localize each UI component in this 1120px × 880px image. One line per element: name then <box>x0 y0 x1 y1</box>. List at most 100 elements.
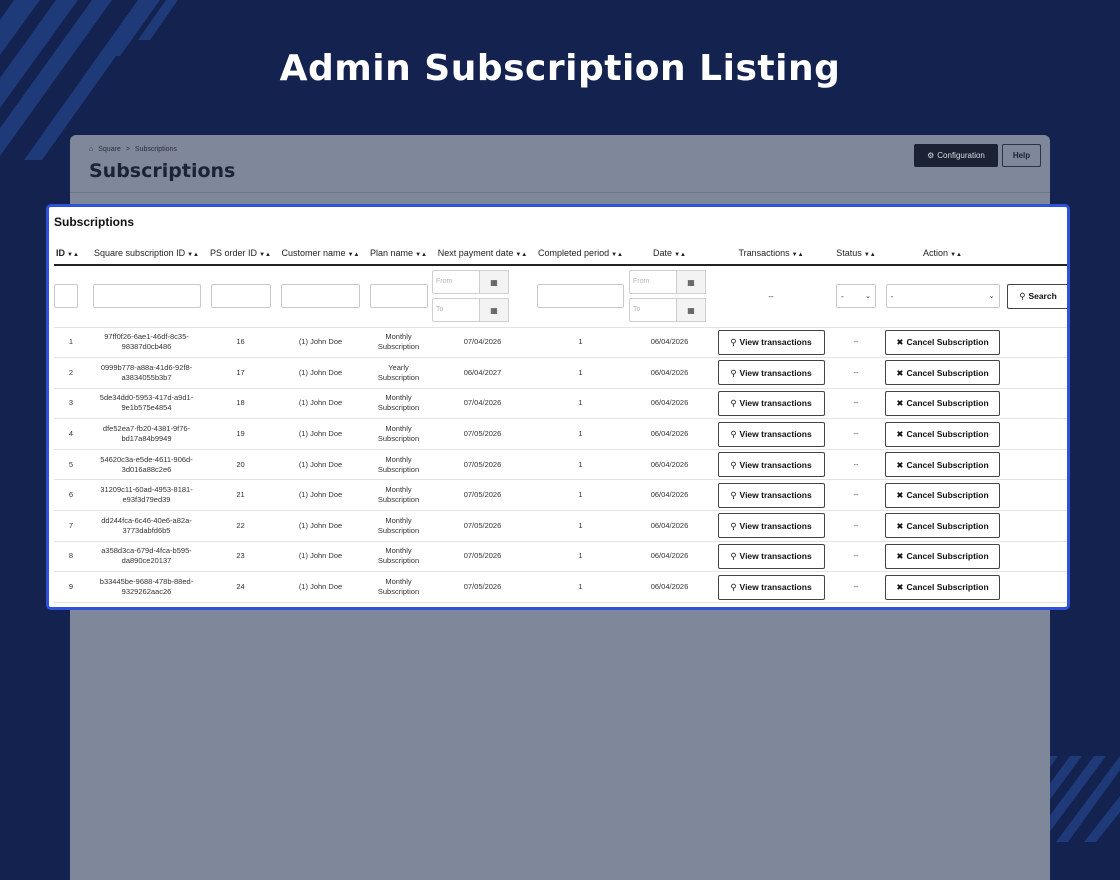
sort-arrows-icon[interactable]: ▼▲ <box>864 252 876 258</box>
cell-completed-period: 1 <box>533 541 628 573</box>
cancel-subscription-button[interactable]: ✖ Cancel Subscription <box>885 513 1000 539</box>
square-id-part1: 54620c3a-e5de-4611-906d- <box>100 454 193 464</box>
view-transactions-label: View transactions <box>739 367 812 378</box>
filter-plan-input[interactable] <box>369 284 428 309</box>
view-transactions-button[interactable]: ⚲ View transactions <box>717 513 825 539</box>
filter-customer-input[interactable] <box>281 284 360 309</box>
cancel-subscription-button[interactable]: ✖ Cancel Subscription <box>885 482 1000 508</box>
next-payment-from-input[interactable]: From <box>432 270 479 295</box>
column-header[interactable]: PS order ID ▼▲ <box>205 241 276 266</box>
view-transactions-button[interactable]: ⚲ View transactions <box>717 329 825 355</box>
cancel-subscription-button[interactable]: ✖ Cancel Subscription <box>885 452 1000 478</box>
column-header[interactable]: Transactions ▼▲ <box>711 241 831 266</box>
cancel-subscription-button[interactable]: ✖ Cancel Subscription <box>885 543 1000 569</box>
sort-arrows-icon[interactable]: ▼▲ <box>259 252 271 258</box>
cell-action: ✖ Cancel Subscription <box>881 418 1004 450</box>
zoom-icon: ⚲ <box>730 367 737 378</box>
decorative-stripes-bottom-right <box>1048 756 1120 842</box>
sort-arrows-icon[interactable]: ▼▲ <box>187 252 199 258</box>
filter-id-input[interactable] <box>54 284 78 309</box>
calendar-icon[interactable]: ▦ <box>479 298 509 323</box>
close-icon: ✖ <box>896 337 904 348</box>
view-transactions-button[interactable]: ⚲ View transactions <box>717 482 825 508</box>
sort-arrows-icon[interactable]: ▼▲ <box>674 252 686 258</box>
table-row: 6 31209c11-60ad-4953-8181- e93f3d79ed39 21(… <box>54 479 1067 512</box>
cell-completed-period: 1 <box>533 510 628 542</box>
cell-status: -- <box>831 510 881 542</box>
cancel-subscription-button[interactable]: ✖ Cancel Subscription <box>885 329 1000 355</box>
column-header[interactable]: Square subscription ID ▼▲ <box>88 241 205 266</box>
column-header[interactable]: Next payment date ▼▲ <box>432 241 533 266</box>
cell-id: 5 <box>54 449 88 481</box>
date-to-input[interactable]: To <box>629 298 676 323</box>
column-header-label: PS order ID <box>210 247 258 258</box>
cell-square-id: dd244fca-6c46-40e6-a82a- 3773dabfd6b5 <box>88 510 205 542</box>
cell-next-payment: 07/04/2026 <box>432 327 533 359</box>
help-button[interactable]: Help <box>1002 144 1041 167</box>
cell-plan: Monthly Subscription <box>365 510 432 542</box>
filter-completed-period-input[interactable] <box>537 284 624 309</box>
zoom-icon: ⚲ <box>730 337 737 348</box>
view-transactions-button[interactable]: ⚲ View transactions <box>717 390 825 416</box>
calendar-icon[interactable]: ▦ <box>479 270 509 295</box>
view-transactions-button[interactable]: ⚲ View transactions <box>717 421 825 447</box>
cell-status: -- <box>831 541 881 573</box>
next-payment-to-input[interactable]: To <box>432 298 479 323</box>
view-transactions-button[interactable]: ⚲ View transactions <box>717 574 825 600</box>
breadcrumb-root[interactable]: Square <box>98 146 121 153</box>
plan-line2: Subscription <box>377 464 420 474</box>
column-header[interactable]: Status ▼▲ <box>831 241 881 266</box>
column-header[interactable]: Customer name ▼▲ <box>276 241 365 266</box>
column-header[interactable]: ID ▼▲ <box>54 241 88 266</box>
column-header[interactable]: Date ▼▲ <box>628 241 711 266</box>
cell-customer: (1) John Doe <box>276 449 365 481</box>
filter-action-select[interactable]: - ⌄ <box>885 284 1000 309</box>
cell-status: -- <box>831 449 881 481</box>
configuration-button[interactable]: ⚙ Configuration <box>914 144 998 167</box>
sort-arrows-icon[interactable]: ▼▲ <box>515 252 527 258</box>
calendar-icon[interactable]: ▦ <box>676 270 706 295</box>
view-transactions-button[interactable]: ⚲ View transactions <box>717 360 825 386</box>
cell-date: 06/04/2026 <box>628 449 711 481</box>
cancel-subscription-button[interactable]: ✖ Cancel Subscription <box>885 421 1000 447</box>
sort-arrows-icon[interactable]: ▼▲ <box>415 252 427 258</box>
view-transactions-button[interactable]: ⚲ View transactions <box>717 452 825 478</box>
cancel-subscription-label: Cancel Subscription <box>906 337 989 348</box>
column-header[interactable]: Action ▼▲ <box>881 241 1004 266</box>
date-from-input[interactable]: From <box>629 270 676 295</box>
filter-order-id-input[interactable] <box>210 284 271 309</box>
cell-plan: Yearly Subscription <box>365 357 432 389</box>
square-id-part1: b33445be-9688-478b-88ed- <box>99 577 194 587</box>
view-transactions-button[interactable]: ⚲ View transactions <box>717 543 825 569</box>
cell-status: -- <box>831 327 881 359</box>
calendar-icon[interactable]: ▦ <box>676 298 706 323</box>
column-header[interactable]: Completed period ▼▲ <box>533 241 628 266</box>
cell-transactions: ⚲ View transactions <box>711 479 831 512</box>
sort-arrows-icon[interactable]: ▼▲ <box>67 252 79 258</box>
cancel-subscription-button[interactable]: ✖ Cancel Subscription <box>885 574 1000 600</box>
cell-empty <box>1004 571 1067 603</box>
cell-status: -- <box>831 388 881 420</box>
search-button[interactable]: ⚲ Search <box>1007 283 1067 309</box>
cell-status: -- <box>831 571 881 603</box>
cell-status: -- <box>831 357 881 389</box>
subscriptions-table: ID ▼▲ Square subscription ID ▼▲ PS order ID ▼… <box>54 241 1067 603</box>
cancel-subscription-label: Cancel Subscription <box>906 582 989 593</box>
sort-arrows-icon[interactable]: ▼▲ <box>348 252 360 258</box>
table-row: 5 54620c3a-e5de-4611-906d- 3d016a88c2e6 20(… <box>54 449 1067 481</box>
filter-square-id-input[interactable] <box>92 284 201 309</box>
sort-arrows-icon[interactable]: ▼▲ <box>611 252 623 258</box>
sort-arrows-icon[interactable]: ▼▲ <box>792 252 804 258</box>
cell-plan: Monthly Subscription <box>365 541 432 573</box>
column-header[interactable]: Plan name ▼▲ <box>365 241 432 266</box>
view-transactions-label: View transactions <box>739 582 812 593</box>
cancel-subscription-button[interactable]: ✖ Cancel Subscription <box>885 360 1000 386</box>
filter-status-select[interactable]: - ⌄ <box>836 284 876 309</box>
plan-line1: Monthly <box>385 454 412 464</box>
table-row: 8 a358d3ca-679d-4fca-b595- da890ce20137 23(… <box>54 541 1067 573</box>
sort-arrows-icon[interactable]: ▼▲ <box>950 252 962 258</box>
cell-date: 06/04/2026 <box>628 418 711 450</box>
cancel-subscription-button[interactable]: ✖ Cancel Subscription <box>885 390 1000 416</box>
cell-empty <box>1004 418 1067 450</box>
panel-divider <box>70 192 1050 193</box>
